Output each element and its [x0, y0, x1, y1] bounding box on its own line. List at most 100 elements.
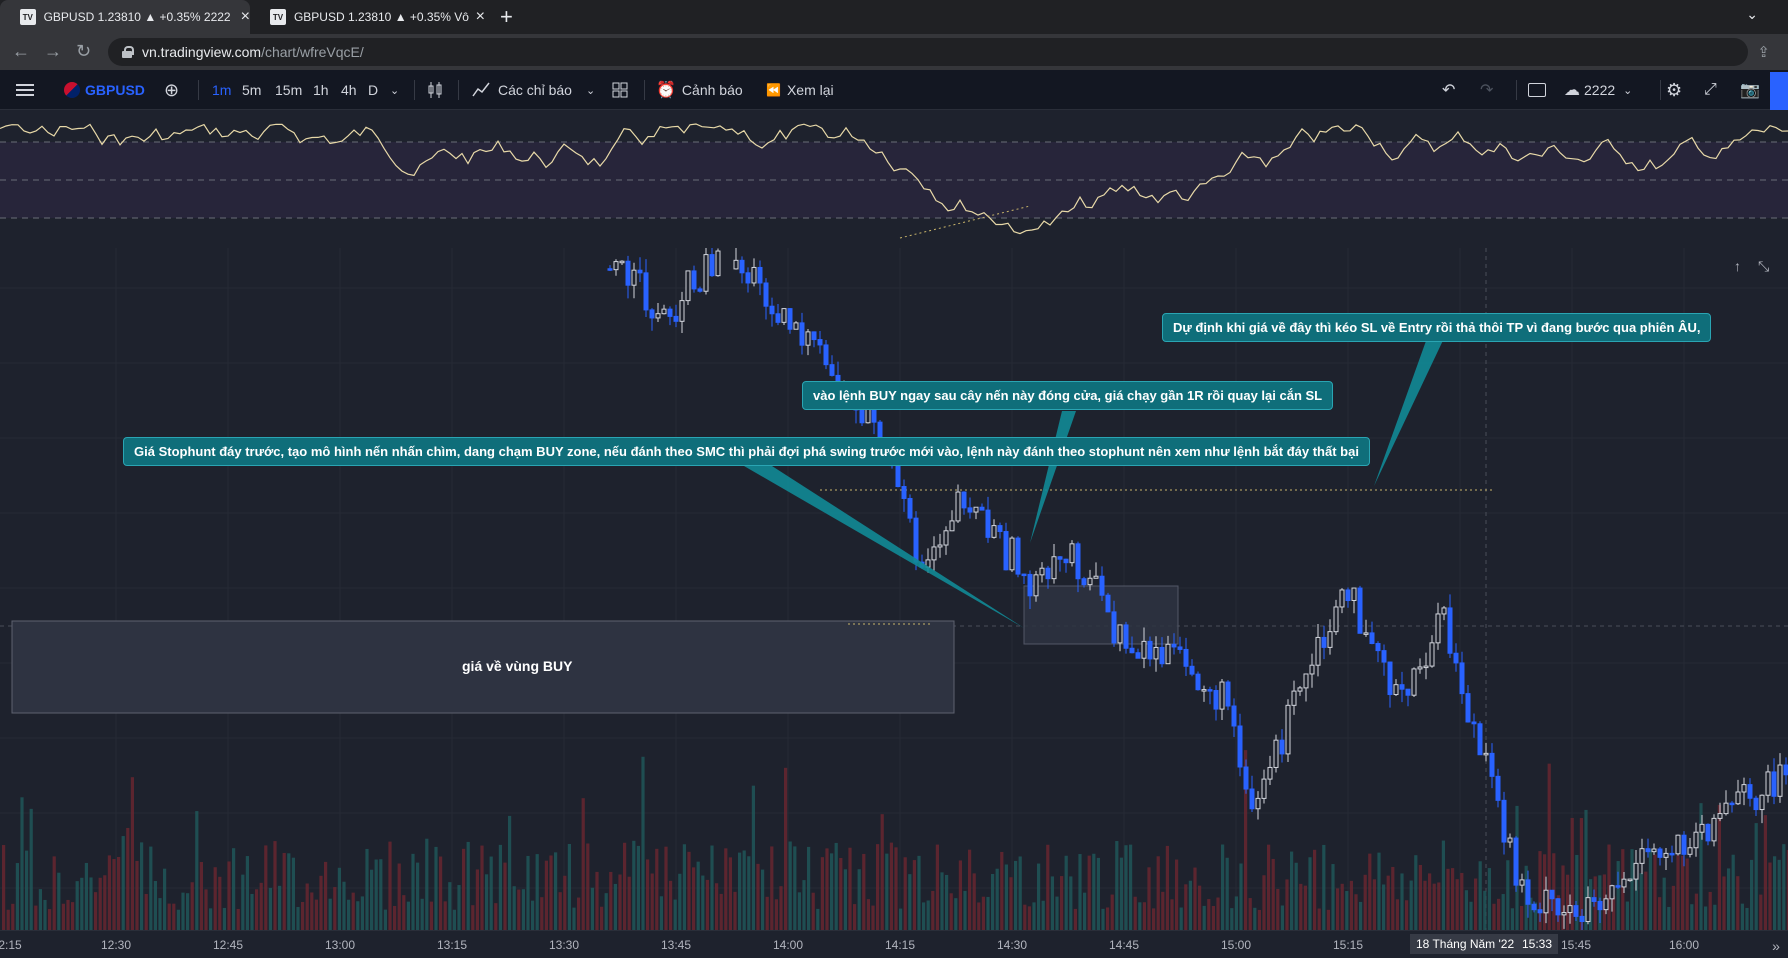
volume-bar [779, 886, 783, 930]
volume-bar [715, 883, 719, 930]
expand-icon[interactable]: ⤢ [1704, 70, 1717, 110]
pane-collapse-icon[interactable]: ⤡ [1758, 258, 1769, 275]
candles-style-icon[interactable] [426, 70, 444, 110]
volume-bar [535, 854, 539, 930]
scroll-right-icon[interactable]: » [1772, 938, 1780, 954]
volume-bar [305, 883, 309, 930]
volume-bar [862, 853, 866, 930]
volume-bar [1092, 853, 1096, 930]
gear-icon[interactable]: ⚙ [1666, 70, 1682, 110]
forward-arrow-icon[interactable]: → [44, 41, 62, 62]
note-stophunt-callout[interactable]: Giá Stophunt đáy trước, tạo mô hình nến … [123, 437, 1370, 466]
candle-body [1753, 797, 1759, 811]
time-tick: 15:15 [1332, 938, 1364, 952]
note-plan-callout[interactable]: Dự định khi giá về đây thì kéo SL về Ent… [1162, 313, 1712, 342]
new-tab-icon[interactable]: + [500, 4, 513, 30]
layouts-grid-icon[interactable] [612, 70, 628, 110]
time-tick: 12:45 [212, 938, 244, 952]
candle-body [667, 308, 673, 317]
volume-bar [411, 853, 415, 930]
reload-icon[interactable]: ↻ [76, 41, 91, 62]
volume-bar [1018, 856, 1022, 930]
interval-15m[interactable]: 15m [275, 70, 302, 110]
volume-bar [466, 841, 470, 930]
volume-bar [1768, 862, 1772, 930]
alert-button[interactable]: ⏰ Cảnh báo [656, 70, 743, 110]
volume-bar [52, 856, 56, 930]
volume-bar [475, 869, 479, 930]
symbol-label: GBPUSD [85, 82, 145, 98]
candle-body [1015, 537, 1021, 575]
time-tick: 14:15 [884, 938, 916, 952]
replay-button[interactable]: ⏪ Xem lại [766, 70, 834, 110]
undo-icon[interactable]: ↶ [1442, 70, 1455, 110]
volume-bar [1175, 859, 1179, 930]
volume-bar [34, 905, 38, 930]
interval-d[interactable]: D [368, 70, 378, 110]
volume-bar [853, 904, 857, 930]
browser-tab-1[interactable]: TV GBPUSD 1.23810 ▲ +0.35% 2222 × [0, 0, 250, 34]
candle-body [1357, 587, 1363, 634]
volume-bar [733, 891, 737, 930]
candle-body [1363, 632, 1369, 635]
volume-bar [342, 881, 346, 930]
note-entry-callout[interactable]: vào lệnh BUY ngay sau cây nến này đóng c… [802, 381, 1334, 410]
candle-body [1519, 879, 1525, 886]
candle-body [1627, 878, 1633, 882]
indicators-button[interactable]: Các chỉ báo ⌄ [472, 70, 595, 110]
volume-bar [1506, 860, 1510, 930]
candle-body [673, 315, 679, 322]
volume-bar [282, 852, 286, 930]
candle-body [781, 308, 787, 323]
interval-5m[interactable]: 5m [242, 70, 261, 110]
price-pane[interactable] [0, 248, 1788, 936]
volume-bar [195, 811, 199, 930]
candle-body [1441, 607, 1447, 615]
symbol-search-button[interactable]: GBPUSD [64, 70, 145, 110]
volume-bar [1207, 899, 1211, 930]
chevron-down-icon[interactable]: ⌄ [1746, 6, 1758, 23]
back-arrow-icon[interactable]: ← [12, 41, 30, 62]
volume-bar [485, 874, 489, 930]
time-tick: 14:00 [772, 938, 804, 952]
volume-bar [1667, 906, 1671, 930]
volume-bar [1152, 908, 1156, 930]
close-tab-icon[interactable]: × [476, 8, 485, 26]
rsi-pane[interactable] [0, 110, 1788, 248]
compare-add-icon[interactable]: ⊕ [164, 70, 179, 110]
volume-bar [1354, 894, 1358, 930]
candle-body [1501, 799, 1507, 843]
share-icon[interactable]: ⇪ [1757, 43, 1770, 61]
candle-body [1165, 643, 1171, 665]
publish-button[interactable] [1770, 72, 1788, 110]
rewind-icon: ⏪ [766, 83, 781, 97]
volume-bar [784, 767, 788, 930]
volume-bar [627, 876, 631, 930]
menu-icon[interactable] [16, 70, 34, 110]
fullscreen-frame-icon[interactable] [1528, 70, 1546, 110]
browser-tab-2[interactable]: TV GBPUSD 1.23810 ▲ +0.35% Vô d × [250, 0, 485, 34]
candle-body [1435, 613, 1441, 644]
close-tab-icon[interactable]: × [241, 8, 250, 26]
camera-icon[interactable]: 📷 [1740, 70, 1760, 110]
interval-4h[interactable]: 4h [341, 70, 357, 110]
interval-1h[interactable]: 1h [313, 70, 329, 110]
volume-bar [604, 893, 608, 930]
redo-icon[interactable]: ↷ [1480, 70, 1493, 110]
volume-bar [480, 845, 484, 930]
candle-body [1759, 794, 1765, 811]
volume-bar [710, 845, 714, 930]
save-layout-button[interactable]: ☁ 2222 ⌄ [1564, 70, 1632, 110]
candle-body [997, 525, 1003, 533]
volume-bar [218, 876, 222, 930]
candle-body [1117, 624, 1123, 644]
pane-up-arrow-icon[interactable]: ↑ [1734, 258, 1741, 274]
interval-dropdown-chevron-icon[interactable]: ⌄ [390, 70, 399, 110]
volume-bar [89, 877, 93, 930]
interval-1m[interactable]: 1m [212, 70, 231, 110]
volume-bar [857, 869, 861, 930]
url-field[interactable]: vn.tradingview.com/chart/wfreVqcE/ [108, 38, 1748, 66]
time-axis[interactable]: 2:15 12:30 12:45 13:00 13:15 13:30 13:45… [0, 930, 1788, 958]
candle-body [1783, 764, 1788, 776]
volume-bar [1165, 845, 1169, 930]
